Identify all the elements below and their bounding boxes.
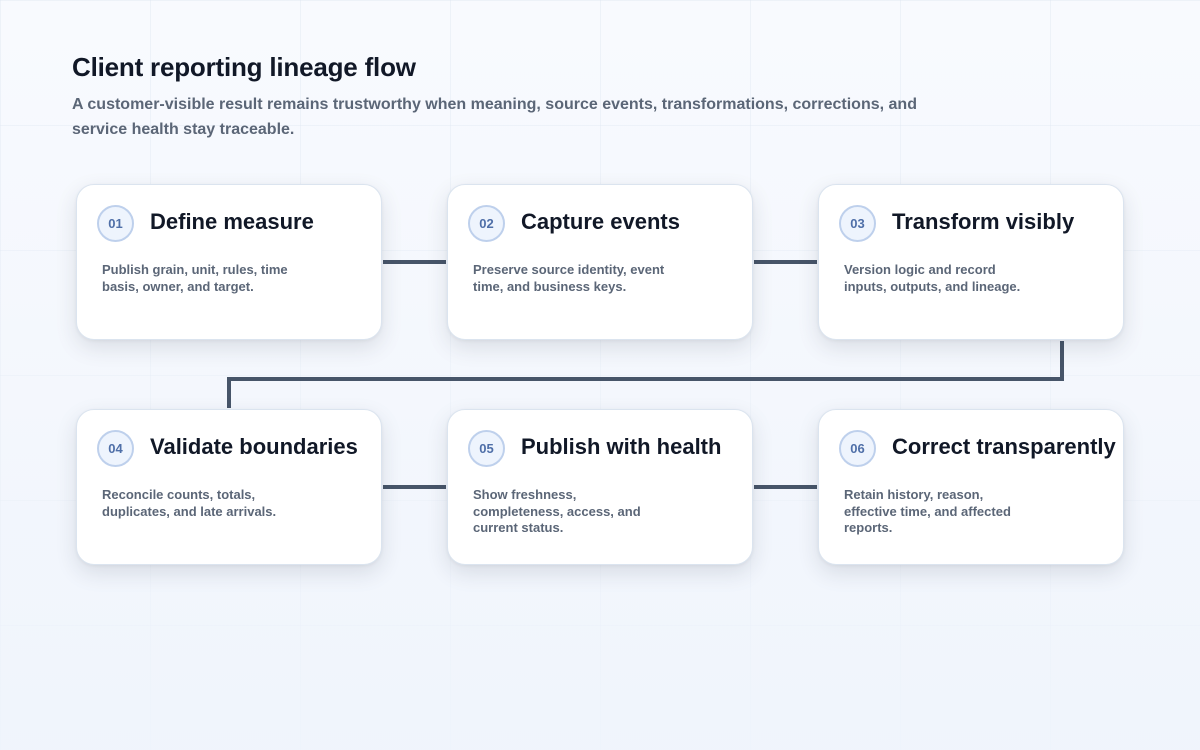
step-number-badge: 01 [97,205,134,242]
step-description: Retain history, reason, effective time, … [844,487,1011,535]
step-title: Validate boundaries [150,434,358,459]
step-card-capture-events: 02 Capture events Preserve source identi… [447,184,753,340]
step-description: Show freshness, completeness, access, an… [473,487,641,535]
step-number-badge: 02 [468,205,505,242]
step-card-correct-transparently: 06 Correct transparently Retain history,… [818,409,1124,565]
step-number-badge: 03 [839,205,876,242]
page-subtitle: A customer-visible result remains trustw… [72,96,917,138]
page-title: Client reporting lineage flow [72,52,416,82]
step-number-badge: 04 [97,430,134,467]
step-card-validate-boundaries: 04 Validate boundaries Reconcile counts,… [76,409,382,565]
step-description: Version logic and record inputs, outputs… [844,262,1021,294]
connector-03-04 [227,341,1064,408]
step-title: Define measure [150,209,314,234]
step-card-define-measure: 01 Define measure Publish grain, unit, r… [76,184,382,340]
step-number-badge: 05 [468,430,505,467]
step-title: Capture events [521,209,680,234]
step-description: Publish grain, unit, rules, time basis, … [102,262,288,294]
step-title: Publish with health [521,434,722,459]
step-card-transform-visibly: 03 Transform visibly Version logic and r… [818,184,1124,340]
step-title: Correct transparently [892,434,1116,459]
step-number-badge: 06 [839,430,876,467]
step-description: Reconcile counts, totals, duplicates, an… [102,487,277,519]
step-title: Transform visibly [892,209,1075,234]
step-description: Preserve source identity, event time, an… [473,262,665,294]
step-card-publish-with-health: 05 Publish with health Show freshness, c… [447,409,753,565]
